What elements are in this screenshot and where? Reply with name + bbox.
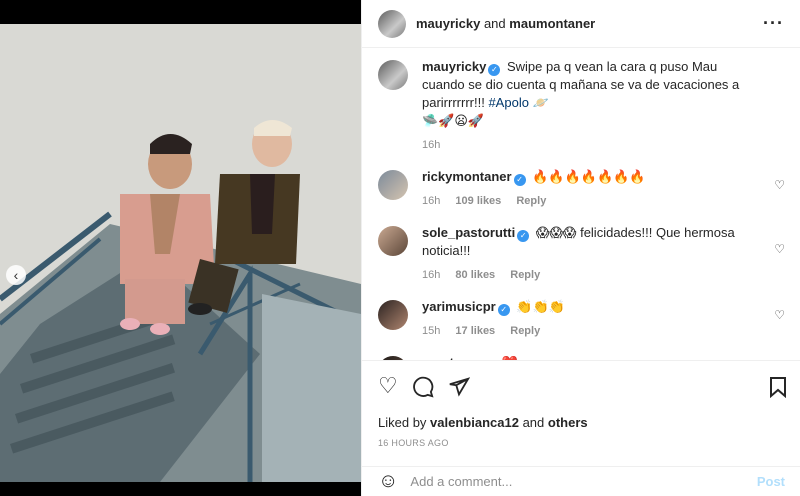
- caption-trailing-emoji: 🪐: [532, 95, 549, 110]
- caption-avatar[interactable]: [378, 60, 408, 90]
- photo-illustration: [0, 24, 361, 482]
- liked-by-user[interactable]: valenbianca12: [430, 415, 519, 430]
- comment-likes[interactable]: 17 likes: [455, 325, 495, 337]
- comment-time[interactable]: 16h: [422, 269, 440, 281]
- verified-badge-icon: ✓: [497, 304, 510, 316]
- reply-button[interactable]: Reply: [516, 195, 546, 207]
- share-send-icon[interactable]: [448, 373, 470, 399]
- liked-by: Liked by valenbianca12 and others: [378, 415, 787, 430]
- comment-like-heart-icon[interactable]: ♡: [774, 242, 785, 256]
- verified-badge-icon: ✓: [517, 230, 530, 242]
- comment-username[interactable]: sole_pastorutti: [422, 225, 515, 240]
- comment-likes[interactable]: 109 likes: [455, 195, 501, 207]
- save-bookmark-icon[interactable]: [769, 373, 787, 399]
- caption-time[interactable]: 16h: [422, 139, 440, 151]
- comment-text: 👏👏👏: [516, 299, 565, 314]
- like-heart-icon[interactable]: ♡: [378, 373, 398, 399]
- author-username[interactable]: mauyricky: [416, 16, 480, 31]
- post-header: mauyricky and maumontaner ···: [362, 0, 800, 48]
- caption-hashtag[interactable]: #Apolo: [488, 95, 528, 110]
- post-comment-button[interactable]: Post: [757, 474, 785, 489]
- emoji-smile-icon[interactable]: ☺: [378, 470, 398, 493]
- author-avatar[interactable]: [378, 9, 406, 38]
- comment-item: sole_pastorutti ✓ 😱😱😱 felicidades!!! Que …: [378, 224, 785, 284]
- post-photo[interactable]: ‹: [0, 24, 361, 482]
- comment-time[interactable]: 15h: [422, 325, 440, 337]
- caption: mauyricky ✓ Swipe pa q vean la cara q pus…: [378, 58, 785, 154]
- post-detail-panel: mauyricky and maumontaner ··· mauyricky ✓…: [361, 0, 800, 496]
- verified-badge-icon: ✓: [513, 174, 526, 186]
- comment-avatar[interactable]: [378, 226, 408, 256]
- liked-by-prefix: Liked by: [378, 415, 427, 430]
- liked-by-and: and: [522, 415, 545, 430]
- comment-avatar[interactable]: [378, 300, 408, 330]
- comment-username[interactable]: rickymontaner: [422, 169, 512, 184]
- comment-like-heart-icon[interactable]: ♡: [774, 308, 785, 322]
- comment-text: 🔥🔥🔥🔥🔥🔥🔥: [532, 169, 646, 184]
- comment-avatar[interactable]: [378, 170, 408, 200]
- more-options-icon[interactable]: ···: [763, 13, 784, 34]
- reply-button[interactable]: Reply: [510, 269, 540, 281]
- post-actions: ♡ Liked by valenbianca12 and others 16 H…: [362, 360, 800, 448]
- comment-time[interactable]: 16h: [422, 195, 440, 207]
- comment-input[interactable]: [410, 474, 757, 489]
- comment-item: rickymontaner ✓ 🔥🔥🔥🔥🔥🔥🔥 16h 109 likes Rep…: [378, 168, 785, 210]
- comment-likes[interactable]: 80 likes: [455, 269, 495, 281]
- carousel-prev-button[interactable]: ‹: [6, 265, 26, 285]
- coauthor-username[interactable]: maumontaner: [509, 16, 595, 31]
- add-comment-bar: ☺ Post: [362, 466, 800, 496]
- comment-bubble-icon[interactable]: [412, 373, 434, 399]
- comment-item: yarimusicpr ✓ 👏👏👏 15h 17 likes Reply ♡: [378, 298, 785, 340]
- liked-by-others[interactable]: others: [548, 415, 588, 430]
- comment-like-heart-icon[interactable]: ♡: [774, 178, 785, 192]
- post-authors: mauyricky and maumontaner: [416, 16, 595, 31]
- caption-emoji-line: 🛸🚀😦🚀: [422, 113, 485, 128]
- caption-username[interactable]: mauyricky: [422, 59, 486, 74]
- comment-username[interactable]: yarimusicpr: [422, 299, 496, 314]
- post-timestamp[interactable]: 16 HOURS AGO: [378, 438, 787, 448]
- reply-button[interactable]: Reply: [510, 325, 540, 337]
- authors-and: and: [483, 16, 506, 31]
- verified-badge-icon: ✓: [488, 64, 501, 76]
- comments-list[interactable]: mauyricky ✓ Swipe pa q vean la cara q pus…: [362, 58, 800, 360]
